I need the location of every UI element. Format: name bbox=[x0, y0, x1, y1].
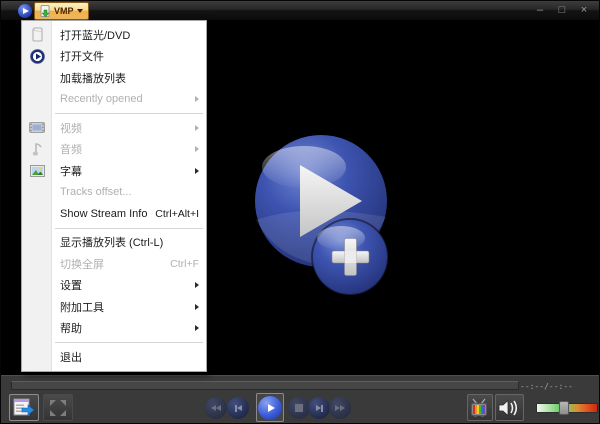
submenu-arrow-icon bbox=[195, 325, 199, 332]
submenu-arrow-icon bbox=[195, 124, 199, 131]
menu-item-tracks-offset: Tracks offset... bbox=[22, 182, 206, 204]
film-icon bbox=[22, 122, 52, 134]
menu-item-recently-opened: Recently opened bbox=[22, 89, 206, 111]
menu-item-show-stream-info[interactable]: Show Stream Info Ctrl+Alt+I bbox=[22, 203, 206, 225]
menu-item-label: 字幕 bbox=[60, 165, 82, 178]
menu-item-show-playlist[interactable]: 显示播放列表 (Ctrl-L) bbox=[22, 232, 206, 254]
menu-item-audio: 音频 bbox=[22, 139, 206, 161]
control-bar: --:--/--:-- bbox=[1, 375, 599, 423]
menu-item-label: Show Stream Info bbox=[60, 207, 148, 220]
tv-channels-button[interactable] bbox=[467, 394, 493, 421]
menu-separator bbox=[55, 227, 203, 229]
submenu-arrow-icon bbox=[195, 146, 199, 153]
chevron-down-icon bbox=[76, 9, 83, 13]
menu-separator bbox=[55, 342, 203, 343]
fullscreen-button[interactable] bbox=[43, 394, 73, 421]
music-note-icon bbox=[22, 142, 52, 157]
menu-button-label: VMP bbox=[54, 6, 74, 16]
playlist-icon bbox=[13, 398, 35, 416]
mute-volume-button[interactable] bbox=[495, 394, 524, 421]
play-button[interactable] bbox=[256, 393, 284, 422]
next-button[interactable] bbox=[308, 397, 330, 419]
menu-item-label: 退出 bbox=[60, 351, 82, 364]
app-play-icon bbox=[18, 4, 32, 18]
stop-button[interactable] bbox=[288, 397, 310, 419]
stop-icon bbox=[295, 404, 303, 412]
menu-item-subtitles[interactable]: 字幕 bbox=[22, 160, 206, 182]
menu-item-label: 设置 bbox=[60, 280, 82, 293]
speaker-icon bbox=[498, 399, 518, 416]
time-display: --:--/--:-- bbox=[520, 382, 573, 391]
close-button[interactable]: × bbox=[577, 3, 591, 17]
menu-item-label: Tracks offset... bbox=[60, 186, 132, 199]
volume-thumb[interactable] bbox=[559, 401, 569, 415]
menu-item-open-file[interactable]: 打开文件 bbox=[22, 46, 206, 68]
maximize-button[interactable]: □ bbox=[555, 3, 569, 17]
menu-item-shortcut: Ctrl+Alt+I bbox=[155, 207, 199, 220]
previous-button[interactable] bbox=[227, 397, 249, 419]
menu-item-toggle-fullscreen: 切换全屏 Ctrl+F bbox=[22, 253, 206, 275]
menu-item-load-playlist[interactable]: 加载播放列表 bbox=[22, 67, 206, 89]
tv-icon bbox=[471, 398, 487, 417]
player-logo bbox=[255, 135, 389, 296]
play-orb bbox=[258, 395, 282, 420]
media-player-window: VMP – □ × 打开蓝光/DVD 打开文件 加载播放列表 Recently … bbox=[0, 0, 600, 424]
menu-separator bbox=[55, 113, 203, 114]
menu-item-label: 帮助 bbox=[60, 323, 82, 336]
menu-item-help[interactable]: 帮助 bbox=[22, 318, 206, 340]
menu-item-label: Recently opened bbox=[60, 93, 143, 106]
menu-item-label: 音频 bbox=[60, 144, 82, 157]
menu-item-label: 打开文件 bbox=[60, 51, 104, 64]
menu-item-extra-tools[interactable]: 附加工具 bbox=[22, 296, 206, 318]
menu-item-shortcut: Ctrl+F bbox=[170, 257, 199, 270]
menu-item-open-bluray-dvd[interactable]: 打开蓝光/DVD bbox=[22, 24, 206, 46]
menu-item-label: 显示播放列表 (Ctrl-L) bbox=[60, 237, 164, 250]
submenu-arrow-icon bbox=[195, 167, 199, 174]
menu-item-label: 视频 bbox=[60, 122, 82, 135]
seek-bar[interactable] bbox=[11, 381, 519, 390]
menu-item-exit[interactable]: 退出 bbox=[22, 346, 206, 368]
open-file-icon bbox=[40, 4, 50, 17]
rewind-button[interactable] bbox=[205, 397, 227, 419]
menu-item-label: 附加工具 bbox=[60, 301, 104, 314]
menu-item-label: 加载播放列表 bbox=[60, 72, 126, 85]
menu-item-label: 切换全屏 bbox=[60, 258, 104, 271]
title-bar: VMP – □ × bbox=[1, 1, 599, 21]
volume-slider[interactable] bbox=[536, 401, 598, 415]
fast-forward-button[interactable] bbox=[329, 397, 351, 419]
play-circle-icon bbox=[22, 48, 52, 64]
fullscreen-arrows-icon bbox=[50, 399, 66, 416]
menu-item-label: 打开蓝光/DVD bbox=[60, 29, 131, 42]
submenu-arrow-icon bbox=[195, 96, 199, 103]
main-menu-button[interactable]: VMP bbox=[34, 2, 89, 20]
play-icon bbox=[267, 403, 275, 412]
menu-item-settings[interactable]: 设置 bbox=[22, 275, 206, 297]
submenu-arrow-icon bbox=[195, 303, 199, 310]
disc-icon bbox=[22, 27, 52, 42]
minimize-button[interactable]: – bbox=[533, 3, 547, 17]
image-icon bbox=[22, 164, 52, 177]
submenu-arrow-icon bbox=[195, 282, 199, 289]
playlist-button[interactable] bbox=[9, 394, 39, 421]
main-menu-dropdown: 打开蓝光/DVD 打开文件 加载播放列表 Recently opened 视频 bbox=[21, 20, 207, 372]
menu-item-video: 视频 bbox=[22, 117, 206, 139]
